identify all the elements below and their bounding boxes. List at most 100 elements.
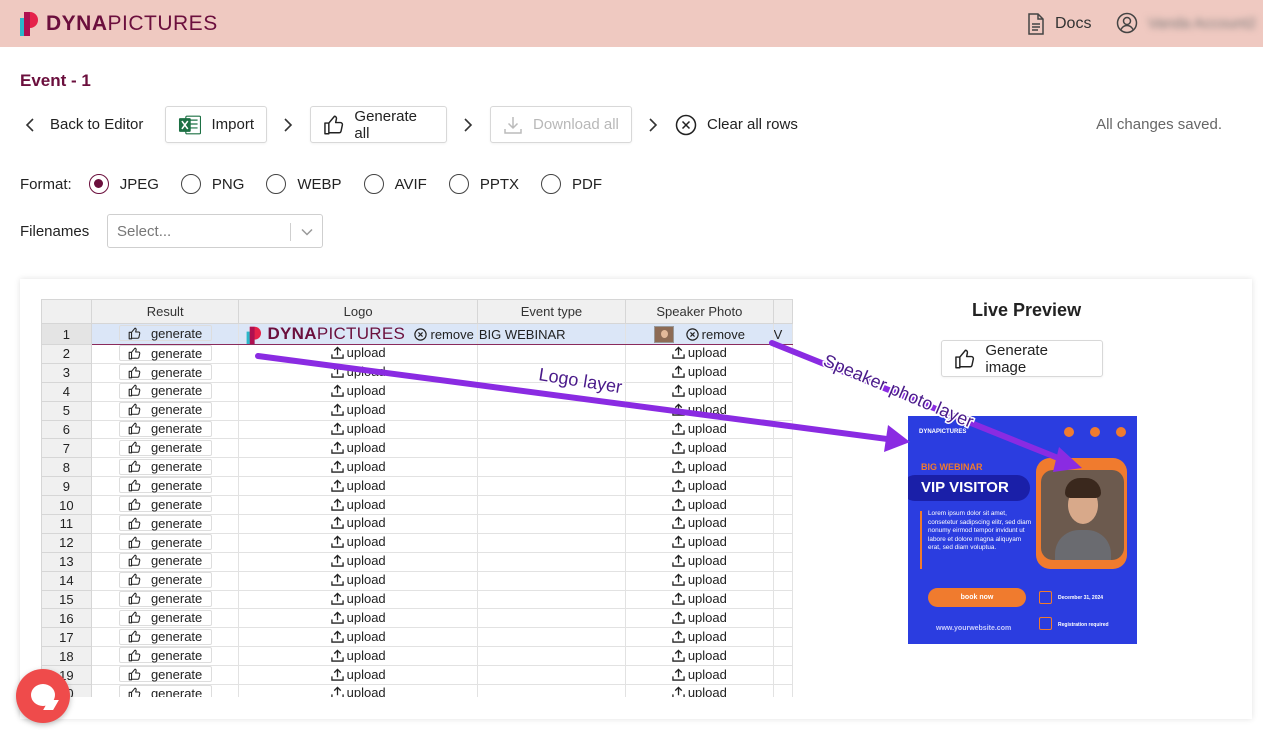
event-type-cell[interactable]	[476, 381, 627, 402]
overflow-cell[interactable]	[772, 419, 793, 440]
logo-cell[interactable]: upload	[238, 438, 478, 459]
logo-cell[interactable]: upload	[238, 608, 478, 629]
result-cell[interactable]: generate	[90, 457, 240, 478]
upload-photo-button[interactable]: upload	[672, 534, 727, 549]
event-type-cell[interactable]	[476, 684, 627, 697]
table-row[interactable]: 5 generate upload upload	[41, 400, 793, 421]
logo-cell[interactable]: upload	[238, 400, 478, 421]
event-type-cell[interactable]	[476, 589, 627, 610]
speaker-photo-cell[interactable]: upload	[625, 476, 774, 497]
generate-button[interactable]: generate	[118, 647, 212, 664]
overflow-cell[interactable]	[772, 570, 793, 591]
overflow-cell[interactable]	[772, 457, 793, 478]
speaker-photo-cell[interactable]: upload	[625, 438, 774, 459]
upload-logo-button[interactable]: upload	[330, 364, 386, 379]
filenames-select[interactable]: Select...	[107, 214, 323, 248]
speaker-photo-cell[interactable]: upload	[625, 400, 774, 421]
speaker-photo-cell[interactable]: upload	[625, 514, 774, 534]
format-radio-webp[interactable]: WEBP	[266, 174, 342, 194]
logo-cell[interactable]: upload	[238, 589, 478, 610]
format-radio-png[interactable]: PNG	[180, 174, 244, 194]
logo-cell[interactable]: upload	[238, 476, 478, 497]
table-row[interactable]: 3 generate upload upload	[41, 362, 793, 383]
back-to-editor-button[interactable]: Back to Editor	[20, 106, 143, 143]
logo-cell[interactable]: upload	[238, 551, 478, 572]
table-row[interactable]: 18 generate upload upload	[41, 646, 793, 667]
table-row[interactable]: 7 generate upload upload	[41, 438, 793, 459]
logo-cell[interactable]: DYNA PICTURES remove	[238, 323, 478, 345]
logo-cell[interactable]: upload	[238, 381, 478, 402]
overflow-cell[interactable]	[772, 532, 793, 553]
logo-cell[interactable]: upload	[238, 665, 478, 686]
speaker-photo-cell[interactable]: upload	[625, 684, 774, 697]
overflow-cell[interactable]	[772, 589, 793, 610]
speaker-photo-cell[interactable]: upload	[625, 646, 774, 667]
generate-button[interactable]: generate	[118, 685, 212, 697]
speaker-photo-cell[interactable]: upload	[625, 608, 774, 629]
clear-all-rows-button[interactable]: Clear all rows	[675, 106, 798, 143]
table-row[interactable]: 19 generate upload upload	[41, 665, 793, 686]
remove-logo-button[interactable]: remove	[414, 327, 474, 342]
table-row[interactable]: 12 generate upload upload	[41, 532, 793, 553]
logo-cell[interactable]: upload	[238, 684, 478, 697]
upload-photo-button[interactable]: upload	[672, 497, 727, 512]
generate-button[interactable]: generate	[118, 534, 212, 551]
event-type-cell[interactable]	[476, 362, 627, 383]
speaker-photo-cell[interactable]: upload	[625, 362, 774, 383]
upload-photo-button[interactable]: upload	[672, 591, 727, 606]
speaker-photo-cell[interactable]: upload	[625, 381, 774, 402]
chat-widget-button[interactable]	[16, 669, 70, 723]
upload-photo-button[interactable]: upload	[672, 383, 727, 398]
event-type-cell[interactable]	[476, 646, 627, 667]
dynapictures-logo[interactable]: DYNAPICTURES	[20, 12, 218, 36]
generate-all-button[interactable]: Generate all	[310, 106, 447, 143]
column-header-result[interactable]: Result	[90, 299, 240, 324]
speaker-photo-cell[interactable]: upload	[625, 344, 774, 364]
event-type-cell[interactable]	[476, 419, 627, 440]
generate-button[interactable]: generate	[118, 325, 212, 342]
result-cell[interactable]: generate	[90, 476, 240, 497]
column-header-logo[interactable]: Logo	[238, 299, 478, 324]
upload-logo-button[interactable]: upload	[330, 553, 386, 568]
logo-cell[interactable]: upload	[238, 344, 478, 364]
speaker-photo-cell[interactable]: upload	[625, 532, 774, 553]
logo-cell[interactable]: upload	[238, 362, 478, 383]
event-type-cell[interactable]	[476, 457, 627, 478]
upload-photo-button[interactable]: upload	[672, 459, 727, 474]
result-cell[interactable]: generate	[90, 532, 240, 553]
result-cell[interactable]: generate	[90, 344, 240, 364]
generate-image-button[interactable]: Generate image	[941, 340, 1103, 377]
event-type-cell[interactable]	[476, 476, 627, 497]
result-cell[interactable]: generate	[90, 551, 240, 572]
event-type-cell[interactable]	[476, 627, 627, 648]
generate-button[interactable]: generate	[118, 572, 212, 588]
column-header-event-type[interactable]: Event type	[476, 299, 627, 324]
overflow-cell[interactable]	[772, 646, 793, 667]
spreadsheet-grid[interactable]: Result Logo Event type Speaker Photo 1 g…	[41, 299, 793, 697]
event-type-cell[interactable]	[476, 344, 627, 364]
logo-cell[interactable]: upload	[238, 532, 478, 553]
event-type-cell[interactable]	[476, 570, 627, 591]
account-menu[interactable]: Vanda Account2	[1116, 12, 1256, 34]
result-cell[interactable]: generate	[90, 646, 240, 667]
generate-button[interactable]: generate	[118, 364, 212, 381]
table-row[interactable]: 14 generate upload upload	[41, 570, 793, 591]
generate-button[interactable]: generate	[118, 553, 212, 569]
table-row[interactable]: 13 generate upload upload	[41, 551, 793, 572]
generate-button[interactable]: generate	[118, 439, 212, 456]
generate-button[interactable]: generate	[118, 515, 212, 532]
result-cell[interactable]: generate	[90, 495, 240, 516]
result-cell[interactable]: generate	[90, 381, 240, 402]
table-row[interactable]: 1 generate DYNA PICTURES remove BIG WEBI…	[41, 323, 793, 345]
upload-photo-button[interactable]: upload	[672, 686, 727, 697]
upload-photo-button[interactable]: upload	[672, 440, 727, 455]
speaker-photo-cell[interactable]: remove	[625, 323, 774, 345]
generate-button[interactable]: generate	[118, 383, 212, 399]
logo-cell[interactable]: upload	[238, 570, 478, 591]
event-type-cell[interactable]	[476, 400, 627, 421]
upload-logo-button[interactable]: upload	[330, 516, 386, 530]
result-cell[interactable]: generate	[90, 323, 240, 345]
table-row[interactable]: 2 generate upload upload	[41, 344, 793, 364]
overflow-cell[interactable]	[772, 627, 793, 648]
format-radio-avif[interactable]: AVIF	[363, 174, 427, 194]
